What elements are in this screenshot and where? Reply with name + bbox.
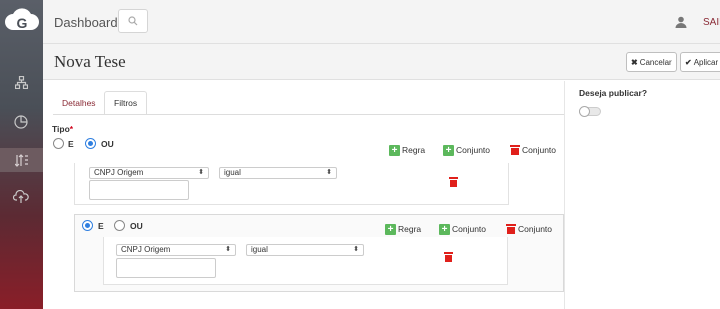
select-caret-icon: ⬍ [225,246,231,253]
delete-rule-icon[interactable] [449,177,458,187]
page-header: Nova Tese ✖ Cancelar ✔ Aplicar [43,44,720,80]
right-panel: Deseja publicar? [564,81,720,309]
publish-label: Deseja publicar? [579,88,648,98]
page-title: Nova Tese [54,52,126,71]
trash-icon [506,224,516,234]
operator-select-value: igual [251,245,268,254]
main-panel: Detalhes Filtros Tipo* E OU + Regra + Conj… [43,81,564,309]
add-group-label: Conjunto [456,145,491,155]
operator-select[interactable]: igual ⬍ [246,244,364,256]
add-group-button[interactable]: + Conjunto [439,223,486,235]
apply-button[interactable]: ✔ Aplicar [680,52,720,72]
radio-ou[interactable] [114,220,125,231]
search-icon [128,16,138,26]
dashboard-title[interactable]: Dashboard [54,15,118,30]
plus-icon: + [443,144,454,156]
add-rule-label: Regra [398,224,422,234]
delete-group-button[interactable]: Conjunto [510,144,557,156]
add-rule-button[interactable]: + Regra [385,223,421,235]
add-rule-label: Regra [402,145,426,155]
radio-e[interactable] [82,220,93,231]
logo-g-icon[interactable]: G [4,6,40,40]
user-icon[interactable] [675,16,687,28]
rule-row: CNPJ Origem ⬍ igual ⬍ [103,237,508,285]
cancel-button[interactable]: ✖ Cancelar [626,52,677,72]
operator-select-value: igual [224,168,241,177]
field-select[interactable]: CNPJ Origem ⬍ [89,167,209,179]
nested-group: E OU + Regra + Conjunto Conjunto CNPJ Orig… [74,214,564,292]
svg-text:G: G [17,15,28,31]
pie-chart-icon[interactable] [9,110,33,134]
field-select[interactable]: CNPJ Origem ⬍ [116,244,236,256]
radio-ou-label: OU [101,139,114,149]
delete-group-button[interactable]: Conjunto [506,223,553,235]
tab-divider [53,114,564,115]
value-input[interactable] [116,258,216,278]
add-rule-button[interactable]: + Regra [389,144,425,156]
plus-icon: + [385,223,396,235]
radio-e-label: E [68,139,74,149]
toggle-knob [579,106,590,117]
radio-ou[interactable] [85,138,96,149]
delete-group-label: Conjunto [518,224,553,234]
radio-e-label: E [98,221,104,231]
type-label-text: Tipo [52,124,70,134]
operator-select[interactable]: igual ⬍ [219,167,337,179]
required-mark: * [69,124,74,134]
value-input[interactable] [89,180,189,200]
radio-e[interactable] [53,138,64,149]
trash-icon [510,145,520,155]
sitemap-icon[interactable] [9,70,33,94]
check-icon: ✔ [685,57,692,67]
field-select-value: CNPJ Origem [121,245,171,254]
plus-icon: + [439,223,450,235]
publish-toggle[interactable] [579,106,601,117]
sort-icon[interactable] [0,148,43,172]
add-group-label: Conjunto [452,224,487,234]
cloud-upload-icon[interactable] [9,185,33,209]
rule-row: CNPJ Origem ⬍ igual ⬍ [74,163,509,205]
tab-detalhes[interactable]: Detalhes [53,91,105,115]
apply-label: Aplicar [693,57,719,67]
search-button[interactable] [118,9,148,33]
select-caret-icon: ⬍ [326,169,332,176]
radio-ou-label: OU [130,221,143,231]
sidebar: G [0,0,43,309]
plus-icon: + [389,144,400,156]
logout-link[interactable]: SAIR [703,17,720,28]
add-group-button[interactable]: + Conjunto [443,144,490,156]
select-caret-icon: ⬍ [198,169,204,176]
delete-group-label: Conjunto [522,145,557,155]
top-bar: Dashboard SAIR [43,0,720,44]
type-label: Tipo* [52,124,73,134]
select-caret-icon: ⬍ [353,246,359,253]
field-select-value: CNPJ Origem [94,168,144,177]
cancel-label: Cancelar [639,57,672,67]
delete-rule-icon[interactable] [444,252,453,262]
close-icon: ✖ [631,57,638,67]
tab-filtros[interactable]: Filtros [104,91,148,115]
